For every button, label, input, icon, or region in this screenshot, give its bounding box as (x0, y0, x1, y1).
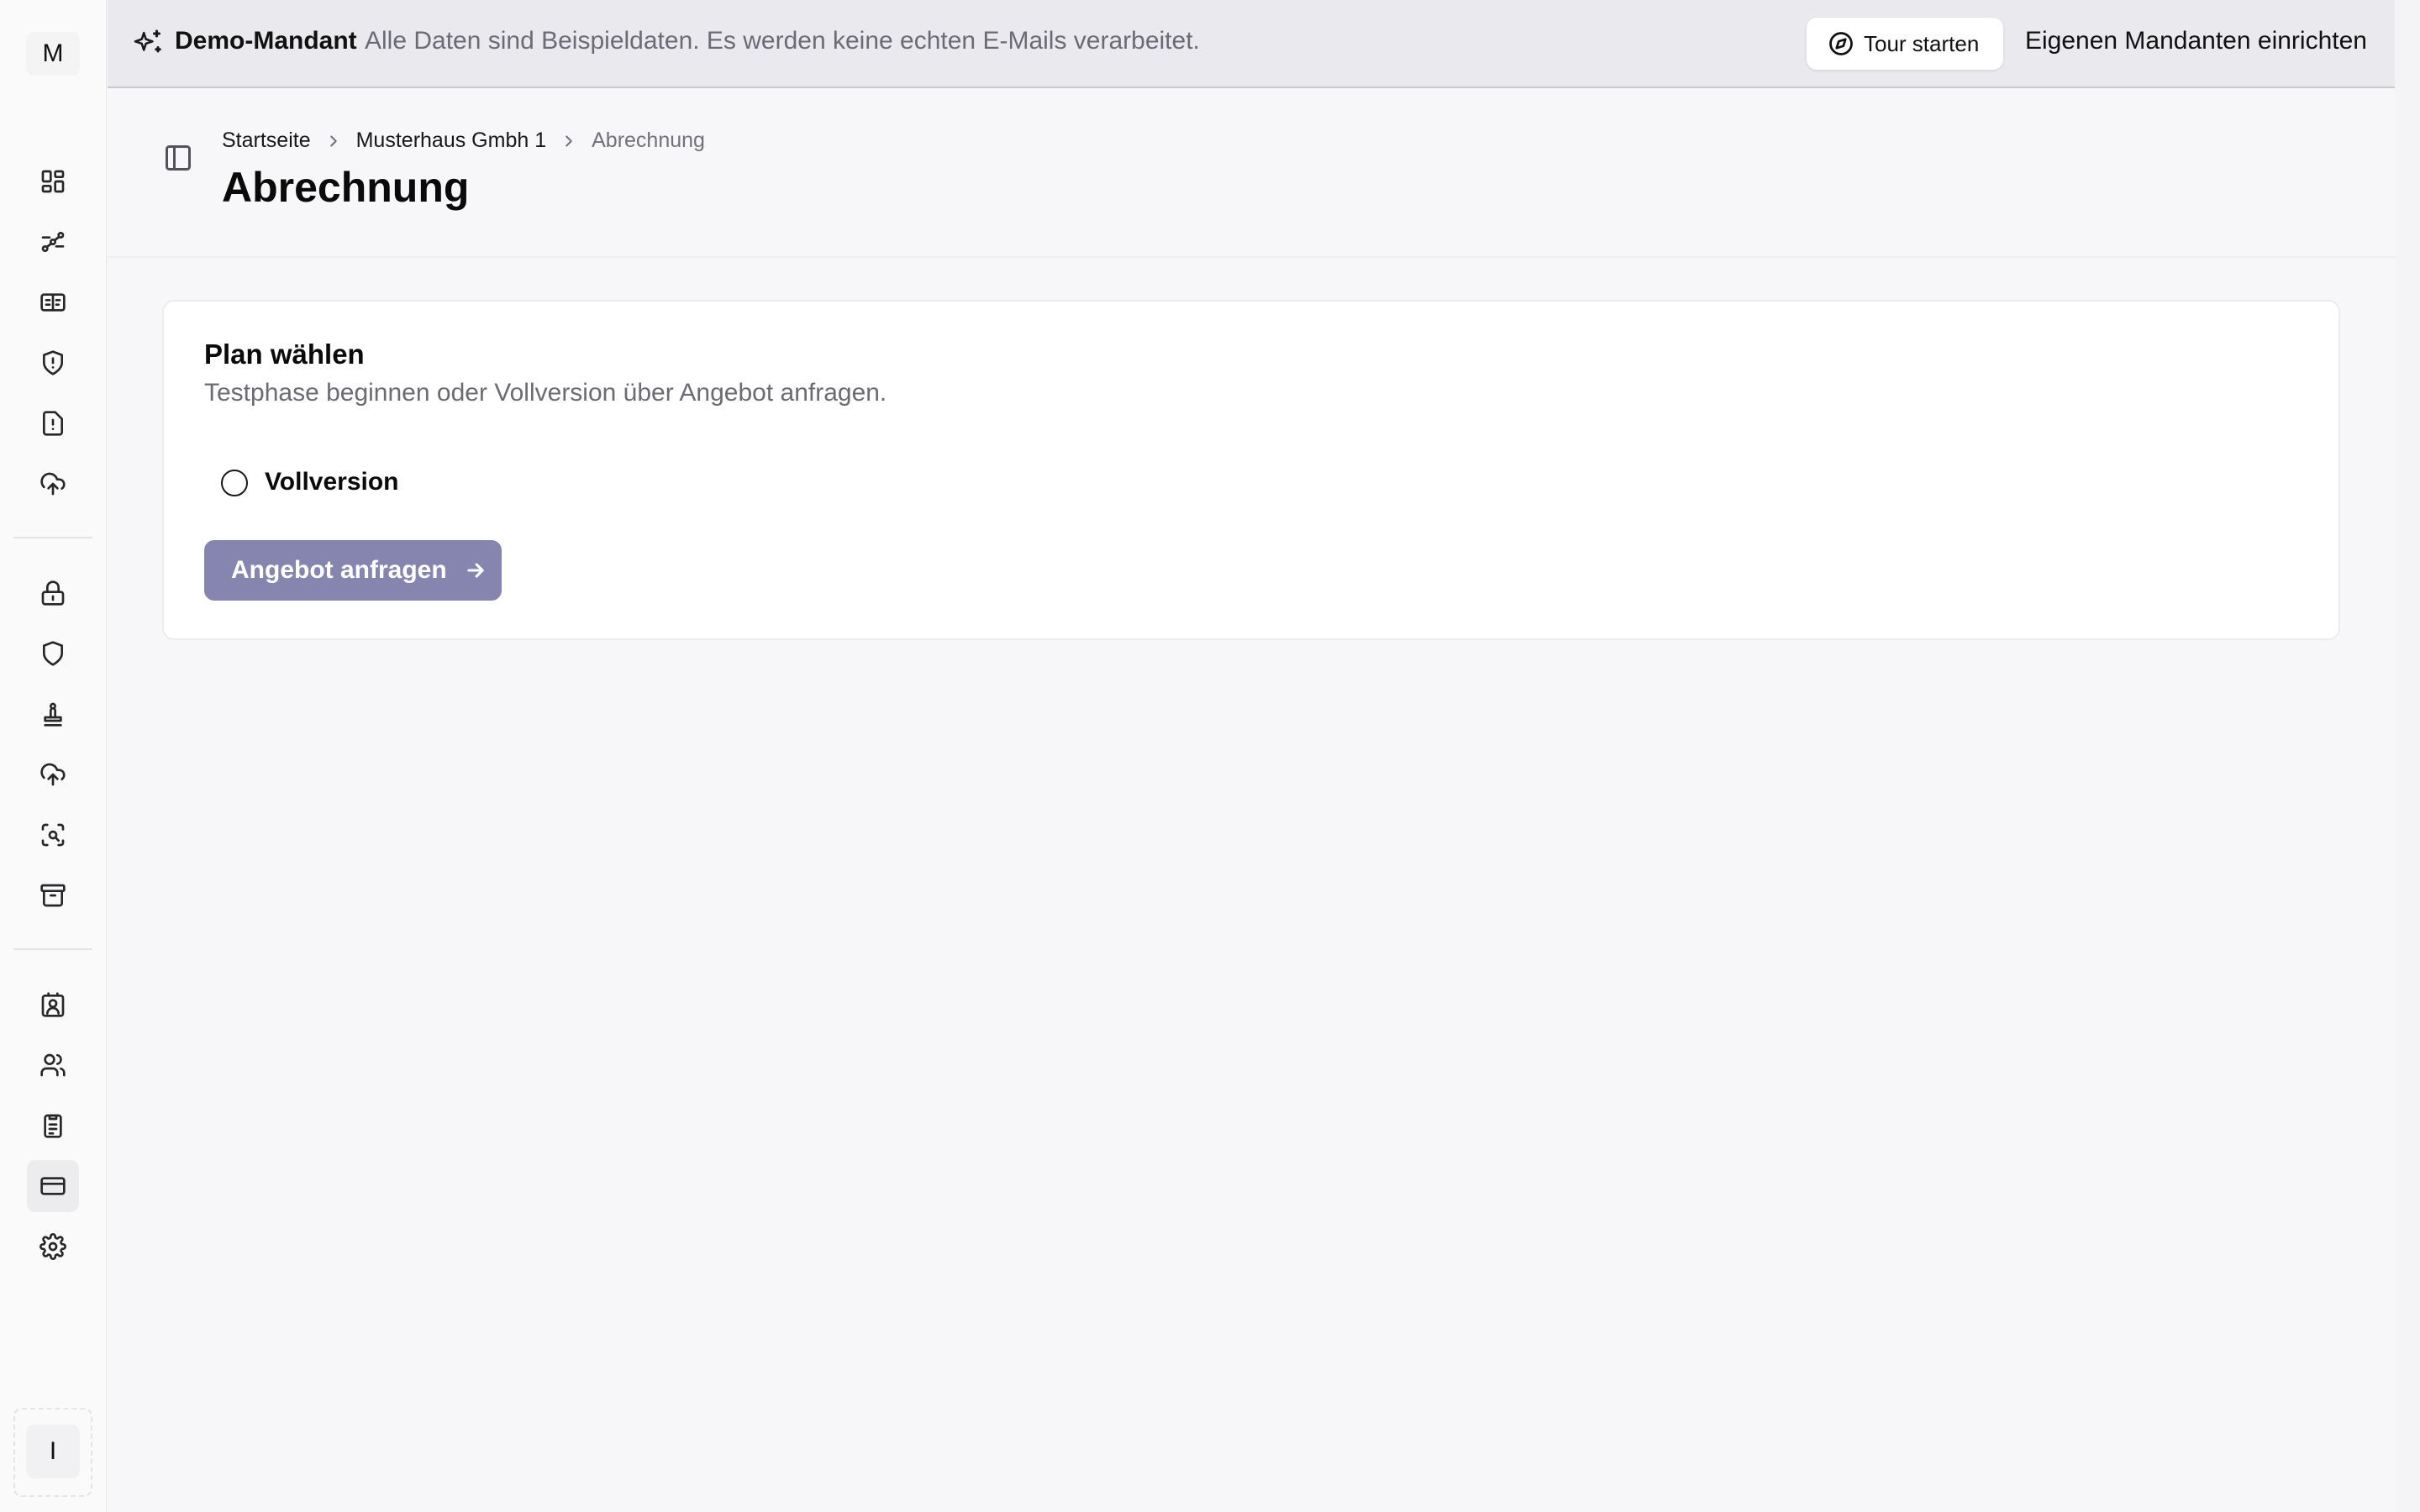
plan-card: Plan wählen Testphase beginnen oder Voll… (162, 300, 2340, 640)
scan-search-icon[interactable] (27, 809, 79, 861)
scrollbar-gutter (2395, 0, 2420, 1512)
plan-card-subtitle: Testphase beginnen oder Vollversion über… (204, 379, 887, 407)
demo-banner: Demo-Mandant Alle Daten sind Beispieldat… (108, 0, 2395, 88)
archive-icon[interactable] (27, 869, 79, 921)
vollversion-radio[interactable] (221, 470, 248, 496)
shield-icon[interactable] (27, 627, 79, 680)
sparkles-icon (133, 29, 163, 59)
tour-start-label: Tour starten (1864, 30, 1980, 56)
credit-card-icon[interactable] (27, 1160, 79, 1212)
request-offer-button[interactable]: Angebot anfragen (204, 540, 502, 601)
sidebar: M I (0, 0, 107, 1512)
header-divider (108, 256, 2395, 258)
vollversion-label[interactable]: Vollversion (265, 468, 399, 496)
workflow-icon[interactable] (27, 216, 79, 268)
breadcrumb-home[interactable]: Startseite (222, 129, 311, 153)
breadcrumb-current: Abrechnung (592, 129, 705, 152)
arrow-right-icon (466, 563, 484, 578)
cloud-upload-icon[interactable] (27, 748, 79, 801)
breadcrumb: Startseite Musterhaus Gmbh 1 Abrechnung (222, 129, 705, 153)
lock-icon[interactable] (27, 567, 79, 619)
user-avatar[interactable]: I (26, 1425, 80, 1478)
sidebar-toggle-icon[interactable] (163, 143, 193, 173)
cloud-upload-icon[interactable] (27, 458, 79, 510)
own-tenant-link[interactable]: Eigenen Mandanten einrichten (2025, 27, 2367, 55)
sidebar-separator (13, 537, 92, 538)
settings-icon[interactable] (27, 1221, 79, 1273)
id-card-icon[interactable] (27, 276, 79, 328)
breadcrumb-company[interactable]: Musterhaus Gmbh 1 (356, 129, 547, 153)
banner-note: Alle Daten sind Beispieldaten. Es werden… (365, 27, 1200, 55)
stamp-icon[interactable] (27, 688, 79, 740)
sidebar-separator (13, 948, 92, 950)
request-offer-label: Angebot anfragen (231, 556, 447, 584)
contact-icon[interactable] (27, 979, 79, 1031)
users-icon[interactable] (27, 1039, 79, 1091)
chevron-right-icon (324, 132, 343, 150)
clipboard-list-icon[interactable] (27, 1100, 79, 1152)
dashboard-icon[interactable] (27, 155, 79, 207)
plan-card-title: Plan wählen (204, 339, 365, 370)
page-title: Abrechnung (222, 164, 470, 211)
file-alert-icon[interactable] (27, 397, 79, 449)
tour-start-button[interactable]: Tour starten (1807, 18, 2003, 70)
chevron-right-icon (560, 132, 578, 150)
shield-alert-icon[interactable] (27, 337, 79, 389)
banner-title: Demo-Mandant (175, 27, 357, 55)
tenant-logo[interactable]: M (26, 32, 80, 76)
compass-icon (1829, 32, 1853, 55)
